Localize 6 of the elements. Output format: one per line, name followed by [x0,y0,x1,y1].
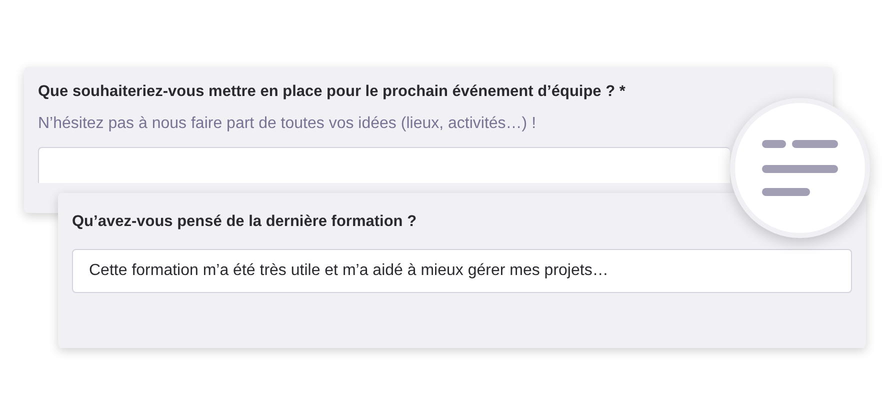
text-lines-icon [762,140,838,196]
hint-text: N’hésitez pas à nous faire part de toutes vos idées (lieux, activités…) ! [38,115,536,133]
question-label: Que souhaiteriez-vous mettre en place pour le prochain événement d’équipe ? * [38,83,626,101]
answer-field[interactable] [38,147,730,183]
question-label: Qu’avez-vous pensé de la dernière formation ? [72,213,417,231]
answer-field[interactable]: Cette formation m’a été très utile et m’a aidé à mieux gérer mes projets… [72,249,852,293]
